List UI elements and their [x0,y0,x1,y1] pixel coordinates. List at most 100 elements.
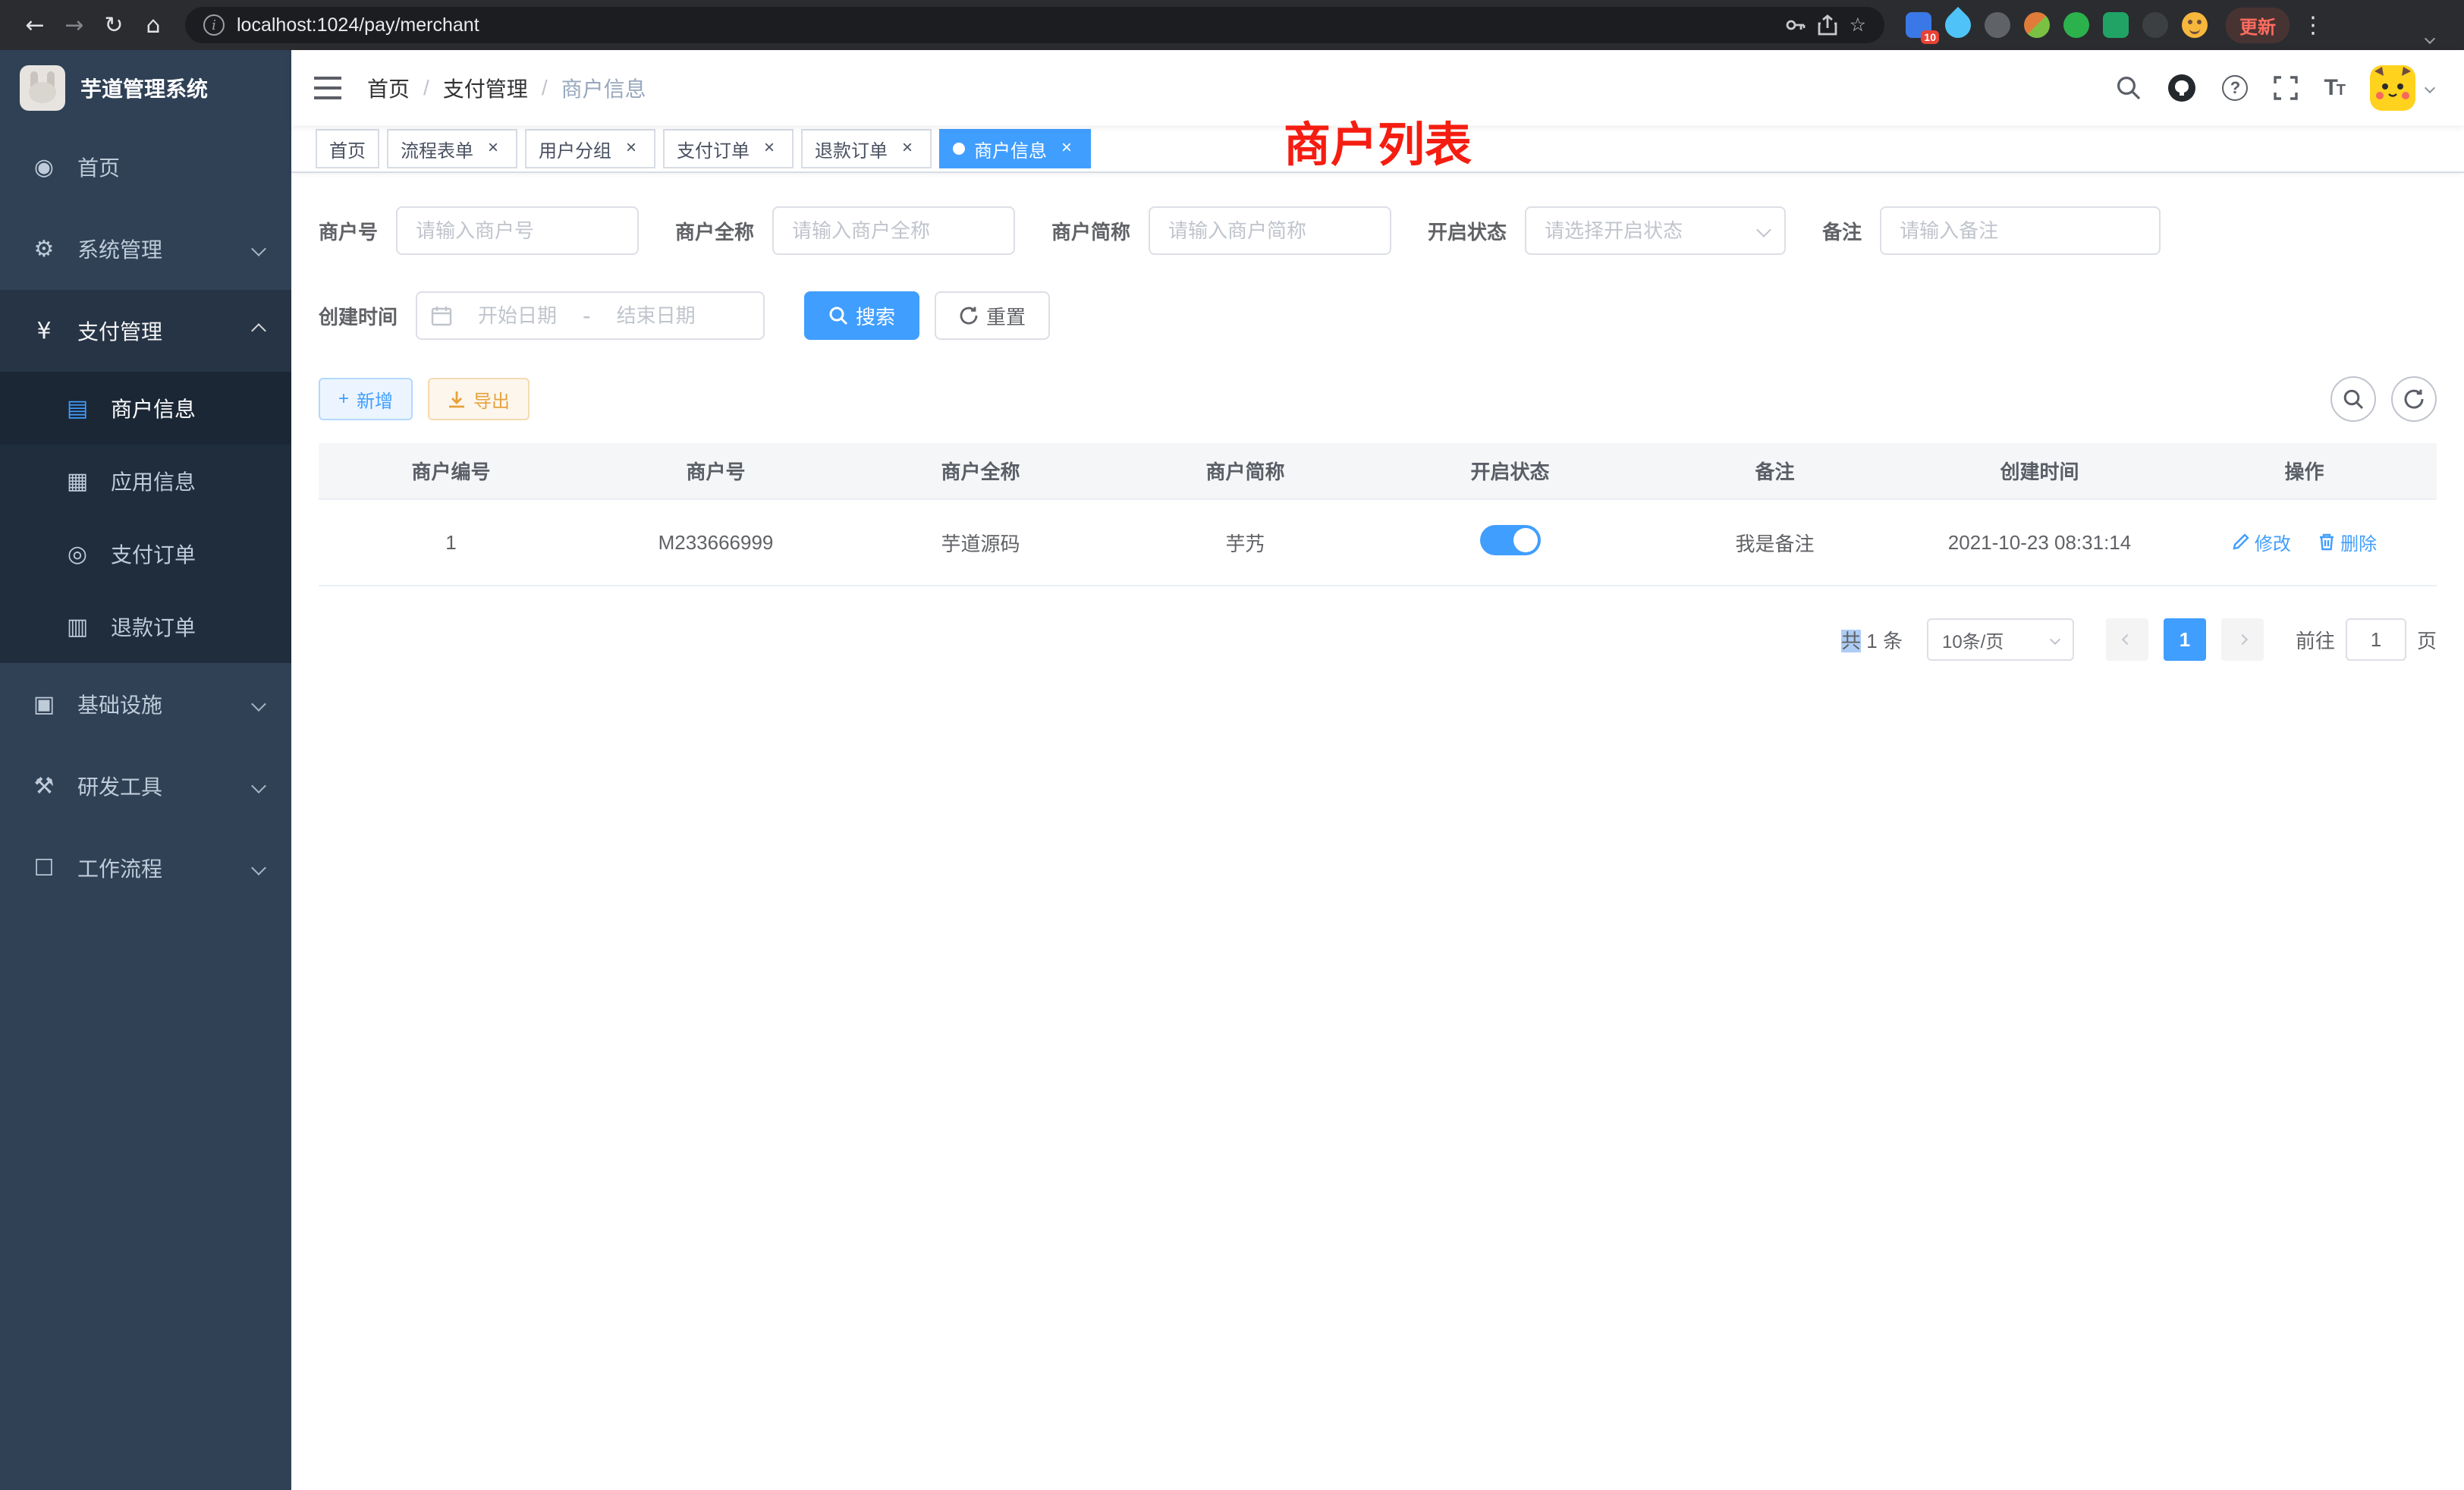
breadcrumb-separator: / [542,76,548,100]
add-button[interactable]: + 新增 [319,378,413,420]
sidebar-item-home[interactable]: ◉ 首页 [0,126,291,208]
extension-icon[interactable] [2024,12,2050,38]
filter-merchant-no: 商户号 [319,206,639,255]
sidebar-item-app-info[interactable]: ▦ 应用信息 [0,445,291,517]
tab-merchant-info[interactable]: 商户信息 × [939,129,1091,168]
screen: ← → ↻ ⌂ i localhost:1024/pay/merchant ☆ … [0,0,2464,1490]
sidebar-item-merchant-info[interactable]: ▤ 商户信息 [0,372,291,445]
sidebar-item-refund-order[interactable]: ▥ 退款订单 [0,590,291,663]
order-icon: ◎ [64,541,91,567]
hamburger-icon[interactable] [313,75,343,101]
export-button[interactable]: 导出 [428,378,530,420]
edit-button[interactable]: 修改 [2232,529,2291,555]
navbar-actions: ? TT [2116,65,2434,111]
cell-create-time: 2021-10-23 08:31:14 [1907,499,2172,586]
search-button[interactable]: 搜索 [804,291,919,340]
filter-create-time: 创建时间 - [319,291,765,340]
close-icon[interactable]: × [621,138,642,159]
breadcrumb-home[interactable]: 首页 [367,73,410,103]
fullscreen-icon[interactable] [2274,76,2298,100]
tab-home[interactable]: 首页 [316,129,379,168]
browser-back-icon[interactable]: ← [15,5,55,45]
password-key-icon[interactable] [1784,14,1806,36]
browser-update-button[interactable]: 更新 [2226,8,2290,43]
status-select[interactable] [1525,206,1786,255]
extension-icon[interactable] [2063,12,2089,38]
close-icon[interactable]: × [482,138,504,159]
status-toggle[interactable] [1480,525,1541,555]
filter-row-2: 创建时间 - 搜 [319,291,2437,340]
search-button-label: 搜索 [856,302,895,330]
col-actions: 操作 [2172,443,2437,499]
close-icon[interactable]: × [759,138,780,159]
field-label: 创建时间 [319,302,398,330]
app-logo[interactable]: 芋道管理系统 [0,50,291,126]
refresh-icon[interactable] [2391,376,2437,422]
browser-menu-icon[interactable]: ⋮ [2302,12,2324,39]
tab-label: 用户分组 [539,136,611,162]
sidebar-item-label: 基础设施 [77,689,162,719]
content-area: 商户号 商户全称 商户简称 开启状态 [291,173,2464,1490]
url-text[interactable]: localhost:1024/pay/merchant [237,14,1772,36]
tab-process-form[interactable]: 流程表单 × [387,129,517,168]
toggle-search-icon[interactable] [2330,376,2376,422]
yen-icon: ¥ [30,318,58,344]
sidebar-item-workflow[interactable]: ☐ 工作流程 [0,827,291,909]
page-size-select[interactable]: 10条/页 [1927,618,2074,661]
table-row: 1 M233666999 芋道源码 芋艿 我是备注 2021-10-23 08:… [319,499,2437,586]
sidebar-item-dev-tools[interactable]: ⚒ 研发工具 [0,745,291,827]
prev-page-button[interactable] [2106,618,2148,661]
profile-avatar-icon[interactable] [2182,12,2208,38]
merchant-no-input[interactable] [396,206,639,255]
browser-forward-icon[interactable]: → [55,5,94,45]
tab-user-group[interactable]: 用户分组 × [525,129,655,168]
site-info-icon[interactable]: i [203,14,225,36]
close-icon[interactable]: × [897,138,918,159]
tab-refund-order[interactable]: 退款订单 × [801,129,932,168]
sidebar-item-label: 支付管理 [77,316,162,346]
extension-icon[interactable] [2103,12,2129,38]
short-name-input[interactable] [1149,206,1391,255]
sidebar-item-pay-order[interactable]: ◎ 支付订单 [0,517,291,590]
extension-icon[interactable] [1940,7,1976,43]
tab-pay-order[interactable]: 支付订单 × [663,129,794,168]
chevron-down-icon[interactable] [2425,33,2435,44]
user-avatar[interactable] [2370,65,2434,111]
share-icon[interactable] [1818,14,1837,36]
total-count: 共 1 条 [1841,626,1903,654]
sidebar-item-system[interactable]: ⚙ 系统管理 [0,208,291,290]
tab-label: 首页 [329,136,366,162]
reset-button[interactable]: 重置 [935,291,1050,340]
delete-button[interactable]: 删除 [2318,529,2377,555]
date-start-input[interactable] [458,304,577,328]
extension-icon[interactable] [2142,12,2168,38]
extension-icon[interactable]: 10 [1906,12,1931,38]
field-label: 备注 [1822,217,1862,245]
date-end-input[interactable] [597,304,715,328]
goto-page-input[interactable] [2346,618,2406,661]
date-range-picker[interactable]: - [416,291,765,340]
remark-input[interactable] [1880,206,2161,255]
extension-icon[interactable] [1985,12,2010,38]
next-page-button[interactable] [2221,618,2264,661]
browser-home-icon[interactable]: ⌂ [134,5,173,45]
close-icon[interactable]: × [1056,138,1077,159]
github-icon[interactable] [2167,74,2196,102]
cell-remark: 我是备注 [1642,499,1907,586]
font-size-icon[interactable]: TT [2324,75,2344,101]
tab-label: 流程表单 [401,136,473,162]
gear-icon: ⚙ [30,236,58,262]
annotation-title: 商户列表 [1284,106,1472,174]
sidebar-item-label: 应用信息 [111,466,196,496]
address-bar[interactable]: i localhost:1024/pay/merchant ☆ [185,7,1884,43]
bookmark-star-icon[interactable]: ☆ [1850,14,1866,36]
search-icon[interactable] [2116,75,2142,101]
sidebar-item-payment[interactable]: ¥ 支付管理 [0,290,291,372]
payment-submenu: ▤ 商户信息 ▦ 应用信息 ◎ 支付订单 ▥ 退款订单 [0,372,291,663]
help-icon[interactable]: ? [2222,75,2248,101]
sidebar-item-infrastructure[interactable]: ▣ 基础设施 [0,663,291,745]
browser-reload-icon[interactable]: ↻ [94,5,134,45]
page-number-1[interactable]: 1 [2164,618,2206,661]
breadcrumb-payment[interactable]: 支付管理 [443,73,528,103]
full-name-input[interactable] [772,206,1015,255]
